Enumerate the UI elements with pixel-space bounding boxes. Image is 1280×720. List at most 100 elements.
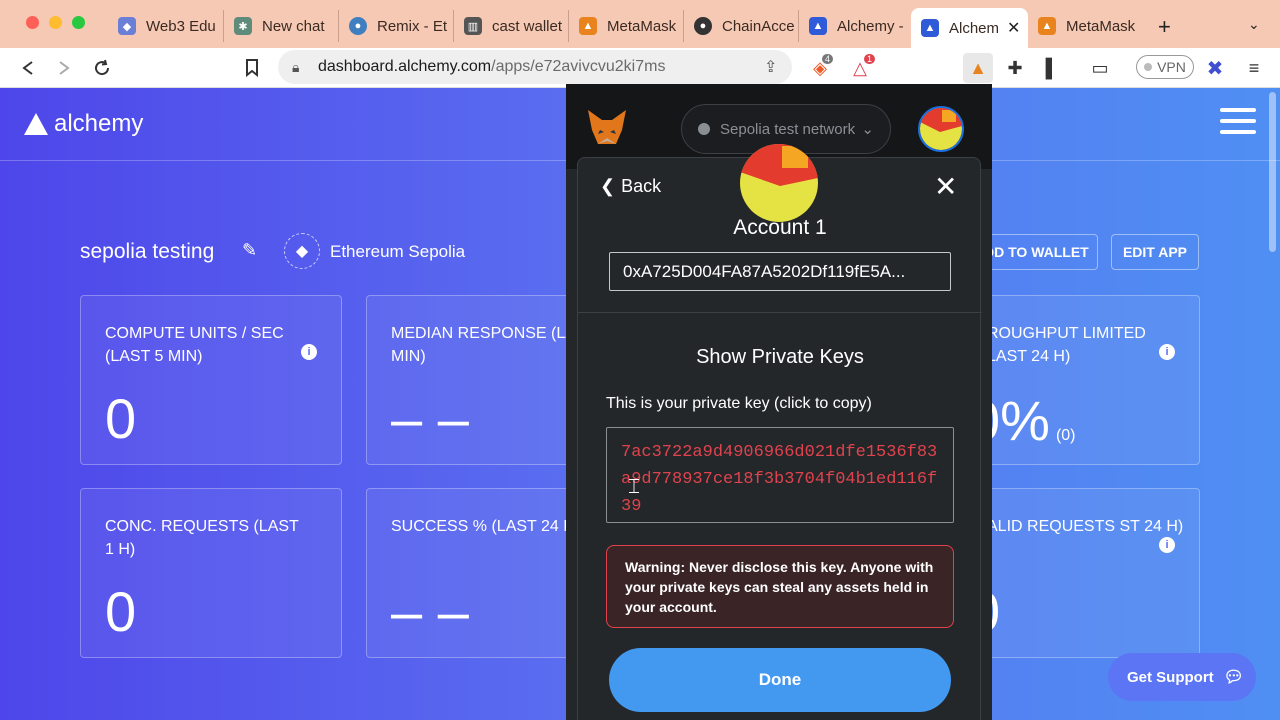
alchemy-icon: ▲	[921, 19, 939, 37]
info-icon[interactable]: i	[1159, 344, 1175, 360]
reload-button[interactable]	[90, 56, 114, 80]
sidebar-icon: ▌	[1045, 57, 1059, 78]
profile-button[interactable]: ✖	[1203, 56, 1227, 80]
hamburger-menu-icon[interactable]	[1220, 108, 1256, 141]
account-name: Account 1	[733, 216, 827, 239]
globe-icon: ◆	[118, 17, 136, 35]
url-path: /apps/e72avivcvu2ki7ms	[491, 58, 666, 75]
fox-icon: ▲	[969, 57, 987, 78]
chevron-down-icon: ⌄	[861, 121, 874, 138]
metric-value: – –	[391, 580, 469, 643]
browser-tab[interactable]: ▥ cast wallet	[454, 10, 569, 42]
puzzle-icon: ✚	[1007, 57, 1023, 78]
account-address[interactable]: 0xA725D004FA87A5202Df119fE5A...	[609, 252, 951, 291]
shields-count-badge: 4	[822, 54, 834, 64]
fox-icon: ▲	[579, 17, 597, 35]
bookmark-icon	[246, 59, 258, 77]
info-icon[interactable]: i	[301, 344, 317, 360]
tab-label: cast wallet	[492, 17, 563, 35]
info-icon[interactable]: i	[1159, 537, 1175, 553]
reload-icon	[95, 59, 110, 76]
browser-tab[interactable]: ▲ MetaMask	[569, 10, 684, 42]
browser-tab-strip: ◆ Web3 Edu ✱ New chat ● Remix - Et ▥ cas…	[0, 0, 1280, 48]
metamask-fox-icon[interactable]	[586, 108, 628, 146]
close-window-button[interactable]	[26, 16, 39, 29]
tab-label: MetaMask	[607, 17, 677, 35]
divider	[578, 312, 982, 313]
forward-nav-button[interactable]	[52, 56, 76, 80]
chat-icon: ✱	[234, 17, 252, 35]
metric-title: COMPUTE UNITS / SEC (LAST 5 MIN)	[105, 325, 284, 365]
account-details-panel: ❮ Back ✕ Account 1 0xA725D004FA87A5202Df…	[577, 144, 982, 720]
done-button[interactable]: Done	[609, 648, 951, 712]
tab-search-chevron-icon[interactable]: ⌄	[1248, 16, 1260, 33]
browser-tab[interactable]: ◆ Web3 Edu	[108, 10, 224, 42]
jazzicon-avatar	[920, 108, 962, 150]
browser-tab[interactable]: ▲ Alchemy -	[799, 10, 911, 42]
edit-name-pencil-icon[interactable]: ✎	[242, 240, 257, 261]
arrow-right-icon	[59, 61, 70, 75]
private-key-field[interactable]: 7ac3722a9d4906966d021dfe1536f83a9d778937…	[606, 427, 954, 523]
warning-box: Warning: Never disclose this key. Anyone…	[606, 545, 954, 628]
browser-tab[interactable]: ▲ MetaMask	[1028, 10, 1143, 42]
browser-tab[interactable]: ✱ New chat	[224, 10, 339, 42]
sidebar-toggle-button[interactable]: ▌	[1040, 56, 1064, 80]
section-title: Show Private Keys	[696, 346, 864, 368]
logo-text: alchemy	[54, 110, 144, 137]
maximize-window-button[interactable]	[72, 16, 85, 29]
github-icon: ●	[694, 17, 712, 35]
account-avatar-button[interactable]	[918, 106, 964, 152]
url-host: dashboard.alchemy.com	[318, 58, 492, 75]
url-text[interactable]: dashboard.alchemy.com/apps/e72avivcvu2ki…	[318, 58, 665, 76]
metric-card: COMPUTE UNITS / SEC (LAST 5 MIN) i 0	[80, 295, 342, 465]
account-jazzicon	[740, 144, 818, 222]
bookmark-button[interactable]	[240, 56, 264, 80]
back-button[interactable]: ❮ Back	[600, 176, 661, 197]
browser-tab[interactable]: ● Remix - Et	[339, 10, 454, 42]
app-name: sepolia testing	[80, 240, 215, 263]
network-status-dot	[698, 123, 710, 135]
metric-title: CONC. REQUESTS (LAST 1 H)	[105, 518, 299, 558]
add-to-wallet-button[interactable]: DD TO WALLET	[984, 234, 1098, 270]
metric-value: 0	[105, 387, 137, 450]
metamask-extension-button[interactable]: ▲	[963, 53, 993, 83]
alchemy-logo[interactable]: alchemy	[24, 110, 143, 138]
metric-title: ALID REQUESTS ST 24 H)	[987, 518, 1184, 535]
page-scrollbar[interactable]	[1269, 92, 1276, 252]
get-support-button[interactable]: Get Support 💬︎	[1108, 653, 1256, 701]
back-label: Back	[621, 176, 662, 196]
fox-icon: ▲	[1038, 17, 1056, 35]
metric-value: – –	[391, 387, 469, 450]
menu-icon: ≡	[1248, 57, 1260, 78]
close-tab-icon[interactable]: ✕	[1007, 18, 1020, 38]
tab-label: Alchem	[949, 19, 1000, 37]
wallet-icon: ▭	[1091, 57, 1109, 78]
address-bar[interactable]: 🔒︎ dashboard.alchemy.com/apps/e72avivcvu…	[278, 50, 792, 84]
book-icon: ▥	[464, 17, 482, 35]
metric-subvalue: (0)	[1055, 427, 1076, 444]
tab-label: Alchemy -	[837, 17, 904, 35]
extensions-button[interactable]: ✚	[1003, 56, 1027, 80]
ethereum-icon: ◆	[284, 233, 320, 269]
wallet-button[interactable]: ▭	[1088, 56, 1112, 80]
metric-title: SUCCESS % (LAST 24 H	[391, 518, 575, 535]
new-tab-button[interactable]: +	[1158, 14, 1171, 40]
browser-tab[interactable]: ● ChainAcce	[684, 10, 799, 42]
back-nav-button[interactable]	[16, 56, 40, 80]
browser-menu-button[interactable]: ≡	[1242, 56, 1266, 80]
profile-x-icon: ✖	[1206, 57, 1224, 80]
metamask-popup: Sepolia test network ⌄ ❮ Back ✕ Account …	[566, 84, 992, 720]
vpn-label: VPN	[1157, 59, 1186, 75]
close-icon[interactable]: ✕	[934, 170, 957, 203]
browser-tab-active[interactable]: ▲ Alchem ✕	[911, 8, 1028, 48]
share-icon[interactable]: ⇪	[764, 57, 777, 77]
lock-icon: 🔒︎	[292, 59, 300, 75]
text-cursor-icon: ⌶	[628, 476, 640, 498]
minimize-window-button[interactable]	[49, 16, 62, 29]
tab-label: Web3 Edu	[146, 17, 216, 35]
edit-app-button[interactable]: EDIT APP	[1111, 234, 1199, 270]
metric-value: 0	[105, 580, 137, 643]
metric-card: CONC. REQUESTS (LAST 1 H) 0	[80, 488, 342, 658]
vpn-button[interactable]: VPN	[1136, 55, 1194, 79]
alchemy-triangle-icon	[24, 113, 48, 135]
